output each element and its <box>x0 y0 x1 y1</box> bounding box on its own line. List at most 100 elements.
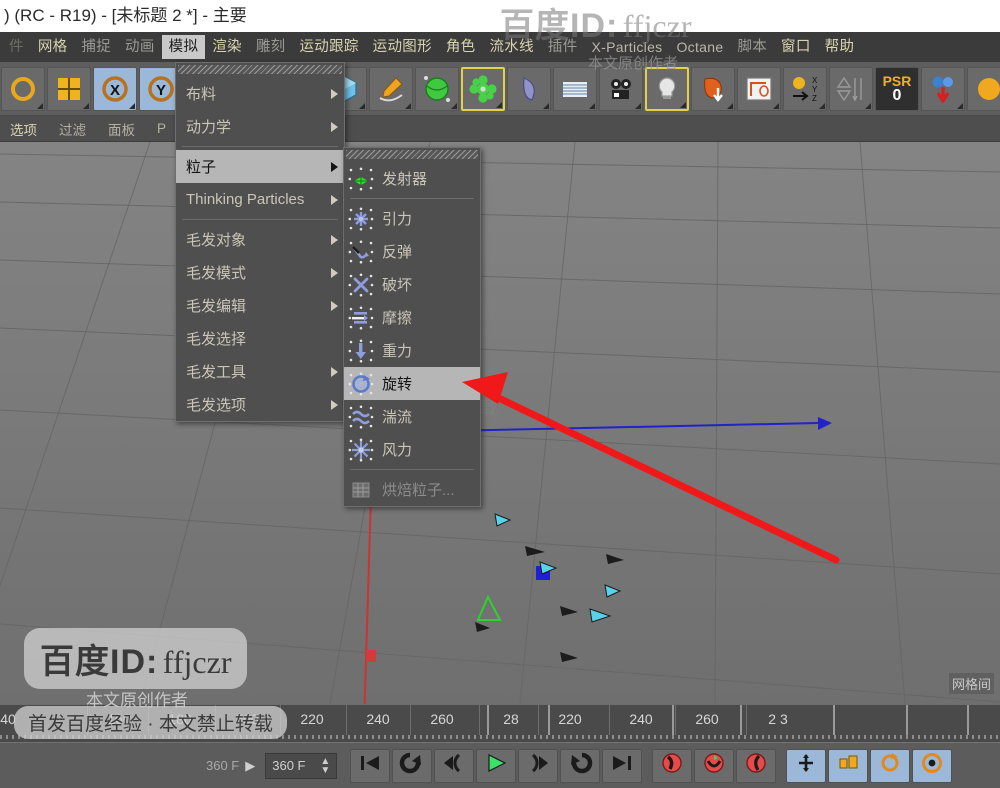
menu-item-6[interactable]: 雕刻 <box>249 35 293 59</box>
keyframe-selection-button[interactable] <box>736 748 777 783</box>
menu-simulate-item-8[interactable]: 毛发工具 <box>176 355 344 388</box>
light-button[interactable] <box>645 66 689 111</box>
previous-key-button[interactable] <box>434 748 475 783</box>
menu-particles-item-5[interactable]: 重力 <box>344 334 480 367</box>
spline-pen-button[interactable] <box>369 66 413 111</box>
menu-item-3[interactable]: 动画 <box>118 35 162 59</box>
menu-simulate-item-7[interactable]: 毛发选择 <box>176 322 344 355</box>
menu-simulate-item-6[interactable]: 毛发编辑 <box>176 289 344 322</box>
menu-item-4[interactable]: 模拟 <box>161 35 206 59</box>
menu-item-13[interactable]: Octane <box>669 35 730 59</box>
mograph-button[interactable] <box>461 66 505 111</box>
move-axis-button[interactable]: XYZ <box>783 66 827 111</box>
viewport-header-item-0[interactable]: 选项 <box>10 119 37 139</box>
rotation-key-button[interactable] <box>870 748 911 783</box>
menu-simulate-dropdown[interactable]: 布料 动力学 粒子 Thinking Particles 毛发对象 毛发模式 毛发编辑 毛发选… <box>175 62 345 422</box>
position-key-button[interactable] <box>786 748 827 783</box>
next-key-button[interactable] <box>518 748 559 783</box>
nurbs-button[interactable] <box>415 66 459 111</box>
toolbar-popup-corner[interactable] <box>129 102 135 109</box>
menu-item-15[interactable]: 窗口 <box>774 35 818 59</box>
toolbar-popup-corner[interactable] <box>635 102 641 109</box>
menu-item-5[interactable]: 渲染 <box>205 35 249 59</box>
deformer-button[interactable] <box>507 66 551 111</box>
toolbar-popup-corner[interactable] <box>83 102 89 109</box>
menu-particles-submenu[interactable]: 发射器 引力 反弹 破坏 摩擦 重力 旋转 湍流 风力 烘焙粒子... <box>343 147 481 507</box>
menu-simulate-item-4[interactable]: 毛发对象 <box>176 223 344 256</box>
toolbar-popup-corner[interactable] <box>405 102 411 109</box>
autokeying-button[interactable] <box>694 748 735 783</box>
dynamics-button[interactable] <box>921 66 965 111</box>
menu-item-2[interactable]: 捕捉 <box>74 35 118 59</box>
stepper-arrows-icon[interactable]: ▲ ▼ <box>320 756 330 775</box>
scale-key-button[interactable] <box>828 748 869 783</box>
menu-particles-item-2[interactable]: 反弹 <box>344 235 480 268</box>
toolbar-popup-corner[interactable] <box>957 102 963 109</box>
menu-simulate-item-9[interactable]: 毛发选项 <box>176 388 344 421</box>
menu-particles-item-3[interactable]: 破坏 <box>344 268 480 301</box>
viewport-header-item-1[interactable]: 过滤 <box>59 119 86 139</box>
menu-particles-item-6[interactable]: 旋转 <box>344 367 480 400</box>
menu-simulate-item-3[interactable]: Thinking Particles <box>176 183 344 216</box>
play-button[interactable] <box>476 748 517 783</box>
go-to-start-button[interactable] <box>350 748 391 783</box>
menu-item-8[interactable]: 运动图形 <box>366 35 439 59</box>
menu-simulate-item-2[interactable]: 粒子 <box>176 150 344 183</box>
menu-item-11[interactable]: 插件 <box>541 35 585 59</box>
viewport-header-item-3[interactable]: P <box>157 121 166 136</box>
menu-drag-grip[interactable] <box>178 65 342 74</box>
toolbar-popup-corner[interactable] <box>359 102 365 109</box>
axis-x-lock-button[interactable]: X <box>93 66 137 111</box>
layout-button[interactable] <box>737 66 781 111</box>
toolbar-popup-corner[interactable] <box>543 102 549 109</box>
menu-item-9[interactable]: 角色 <box>439 35 483 59</box>
menu-item-10[interactable]: 流水线 <box>482 35 540 59</box>
undo-redo-button[interactable] <box>1 66 45 111</box>
polygon-tool-button[interactable] <box>829 66 873 111</box>
menu-simulate-item-5[interactable]: 毛发模式 <box>176 256 344 289</box>
svg-text:X: X <box>110 82 120 99</box>
menu-particles-item-7[interactable]: 湍流 <box>344 400 480 433</box>
menu-item-7[interactable]: 运动跟踪 <box>292 35 365 59</box>
play-forwards-button[interactable] <box>560 748 601 783</box>
menu-particles-item-1[interactable]: 引力 <box>344 202 480 235</box>
sphere-tool-button[interactable] <box>967 66 1000 111</box>
toolbar-popup-corner[interactable] <box>819 102 825 109</box>
toolbar-popup-corner[interactable] <box>451 102 457 109</box>
menu-simulate-item-label: 毛发模式 <box>186 265 247 282</box>
toolbar-popup-corner[interactable] <box>727 102 733 109</box>
deform-tool-button[interactable] <box>691 66 735 111</box>
play-backwards-button[interactable] <box>392 748 433 783</box>
toolbar-popup-corner[interactable] <box>773 102 779 109</box>
toolbar-popup-corner[interactable] <box>589 102 595 109</box>
record-active-objects-button[interactable] <box>652 748 693 783</box>
menu-item-12[interactable]: X-Particles <box>585 35 670 59</box>
toolbar-popup-corner[interactable] <box>865 102 871 109</box>
menu-item-16[interactable]: 帮助 <box>818 35 862 59</box>
menu-item-0[interactable]: 件 <box>2 35 31 59</box>
parameter-key-button[interactable] <box>912 748 953 783</box>
viewport-3d[interactable]: 网格间 <box>0 142 1000 704</box>
menu-simulate-item-0[interactable]: 布料 <box>176 77 344 110</box>
toolbar-popup-corner[interactable] <box>37 102 43 109</box>
end-frame-field[interactable]: 360 F ▲ ▼ <box>265 752 338 779</box>
environment-button[interactable] <box>553 66 597 111</box>
blue-spheres-drop-icon <box>928 74 958 104</box>
menu-particles-item-8[interactable]: 风力 <box>344 433 480 466</box>
viewport-header-item-2[interactable]: 面板 <box>108 119 135 139</box>
auto-key-icon <box>701 752 727 779</box>
menu-item-1[interactable]: 网格 <box>31 35 75 59</box>
menu-particles-item-0[interactable]: 发射器 <box>344 162 480 195</box>
menu-item-14[interactable]: 脚本 <box>730 35 774 59</box>
go-to-end-button[interactable] <box>602 748 643 783</box>
timeline-tick <box>479 705 480 735</box>
toolbar-popup-corner[interactable] <box>680 101 686 108</box>
menu-particles-item-4[interactable]: 摩擦 <box>344 301 480 334</box>
menu-simulate-item-1[interactable]: 动力学 <box>176 110 344 143</box>
camera-button[interactable] <box>599 66 643 111</box>
timeline-ruler[interactable]: 40 160 180 200 220 240 260 28 220 240 260 2 3 <box>0 704 1000 742</box>
submenu-drag-grip[interactable] <box>346 150 478 159</box>
toolbar-popup-corner[interactable] <box>496 101 502 108</box>
psr-button[interactable]: PSR 0 <box>875 66 919 111</box>
render-view-button[interactable] <box>47 66 91 111</box>
